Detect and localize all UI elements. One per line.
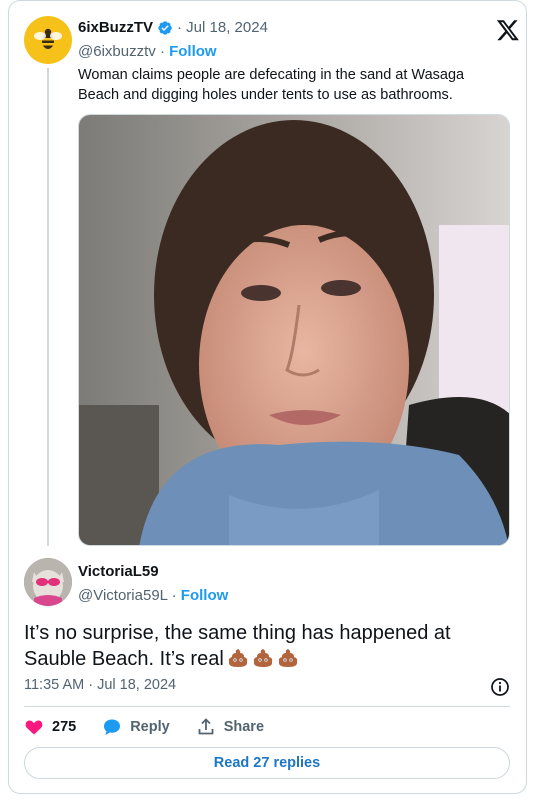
parent-tweet-text: Woman claims people are defecating in th… — [78, 67, 465, 103]
divider — [24, 706, 510, 707]
read-replies-button[interactable]: Read 27 replies — [24, 747, 510, 779]
avatar-6ixbuzztv[interactable] — [24, 16, 72, 64]
reply-button[interactable]: Reply — [102, 717, 170, 737]
reply-author-handle[interactable]: @Victoria59L — [78, 587, 167, 604]
reply-handle-row: @Victoria59L · Follow — [78, 587, 229, 604]
share-button[interactable]: Share — [196, 717, 264, 737]
author-handle[interactable]: @6ixbuzztv — [78, 43, 156, 60]
share-label: Share — [223, 719, 265, 735]
heart-icon — [25, 720, 43, 735]
like-count: 275 — [52, 719, 77, 735]
author-row: 6ixBuzzTV · Jul 18, 2024 — [78, 19, 268, 36]
thread-line — [47, 68, 49, 546]
video-frame-image — [79, 115, 509, 545]
poop-emoji-icon — [228, 649, 247, 667]
share-icon — [198, 718, 214, 735]
post-date[interactable]: · Jul 18, 2024 — [177, 19, 268, 36]
handle-row: @6ixbuzztv · Follow — [78, 43, 217, 60]
bee-logo-icon — [34, 28, 62, 49]
verified-badge-icon — [158, 20, 172, 35]
poop-emoji-icon — [278, 649, 297, 667]
reply-author-name[interactable]: VictoriaL59 — [78, 563, 159, 580]
avatar-victorial59[interactable] — [24, 558, 72, 606]
video-thumbnail[interactable] — [78, 114, 510, 546]
reply-follow-button[interactable]: Follow — [181, 587, 229, 604]
reply-tweet-text: It’s no surprise, the same thing has hap… — [24, 620, 504, 672]
reply-timestamp[interactable]: 11:35 AM · Jul 18, 2024 — [24, 677, 176, 693]
cat-avatar-image — [24, 558, 72, 606]
follow-button[interactable]: Follow — [169, 43, 217, 60]
x-logo-icon[interactable] — [496, 18, 520, 42]
poop-emoji-icon — [253, 649, 272, 667]
action-bar: 275 Reply Share — [24, 715, 290, 739]
like-button[interactable]: 275 — [24, 717, 76, 737]
author-name[interactable]: 6ixBuzzTV — [78, 19, 153, 36]
info-icon[interactable] — [490, 677, 510, 697]
reply-bubble-icon — [104, 719, 121, 735]
reply-label: Reply — [130, 719, 170, 735]
